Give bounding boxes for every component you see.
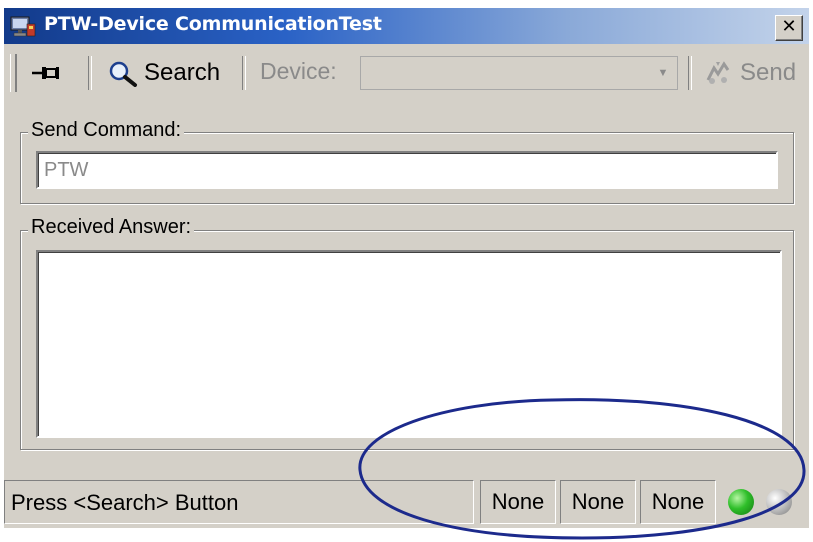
search-button[interactable]: Search <box>100 56 230 90</box>
status-panel-3: None <box>640 480 716 524</box>
pin-icon <box>32 67 59 79</box>
send-icon <box>706 61 730 84</box>
send-label: Send <box>740 59 797 86</box>
toolbar: Search Device: ▼ Send <box>4 44 809 102</box>
toolbar-separator <box>688 56 692 90</box>
device-dropdown[interactable]: ▼ <box>360 56 678 90</box>
toolbar-grip-edge <box>16 54 17 92</box>
send-command-input[interactable] <box>36 151 778 189</box>
received-answer-label: Received Answer: <box>28 216 195 239</box>
title-bar[interactable]: PTW-Device CommunicationTest ✕ <box>4 8 809 44</box>
app-window: PTW-Device CommunicationTest ✕ Search De… <box>4 8 809 528</box>
received-answer-textarea[interactable] <box>36 250 782 438</box>
search-label: Search <box>144 59 221 86</box>
status-led-gray-icon <box>766 489 792 515</box>
status-led-green-icon <box>728 489 754 515</box>
toolbar-separator <box>88 56 92 90</box>
pin-button[interactable] <box>26 58 66 88</box>
toolbar-separator <box>242 56 246 90</box>
status-bar: Press <Search> Button None None None <box>4 480 809 528</box>
device-label: Device: <box>260 58 337 84</box>
window-title: PTW-Device CommunicationTest <box>44 13 382 35</box>
close-icon: ✕ <box>781 16 797 37</box>
send-command-label: Send Command: <box>28 119 185 142</box>
magnifier-icon <box>109 61 137 87</box>
send-button[interactable]: Send <box>700 56 808 90</box>
status-panel-1: None <box>480 480 556 524</box>
app-icon <box>10 16 36 37</box>
status-message: Press <Search> Button <box>11 490 239 515</box>
chevron-down-icon[interactable]: ▼ <box>653 63 673 81</box>
status-message-panel: Press <Search> Button <box>4 480 474 524</box>
close-button[interactable]: ✕ <box>775 15 803 41</box>
status-panel-2: None <box>560 480 636 524</box>
